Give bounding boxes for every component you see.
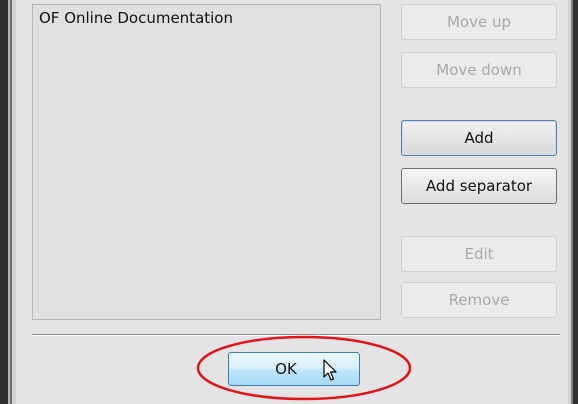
footer-divider [32, 334, 560, 336]
list-item[interactable]: OF Online Documentation [39, 9, 233, 27]
remove-button[interactable]: Remove [401, 282, 557, 318]
ok-button[interactable]: OK [228, 352, 360, 386]
move-up-button[interactable]: Move up [401, 4, 557, 40]
ok-label: OK [275, 360, 297, 378]
add-separator-button[interactable]: Add separator [401, 168, 557, 204]
window-frame: OF Online Documentation Move up Move dow… [0, 0, 578, 404]
window-right-border [568, 0, 578, 404]
move-down-button[interactable]: Move down [401, 52, 557, 88]
edit-button[interactable]: Edit [401, 236, 557, 272]
dialog-panel: OF Online Documentation Move up Move dow… [16, 0, 568, 404]
mouse-pointer-icon [323, 359, 337, 381]
items-list[interactable]: OF Online Documentation [32, 4, 381, 320]
add-button[interactable]: Add [401, 120, 557, 156]
window-left-border [0, 0, 16, 404]
